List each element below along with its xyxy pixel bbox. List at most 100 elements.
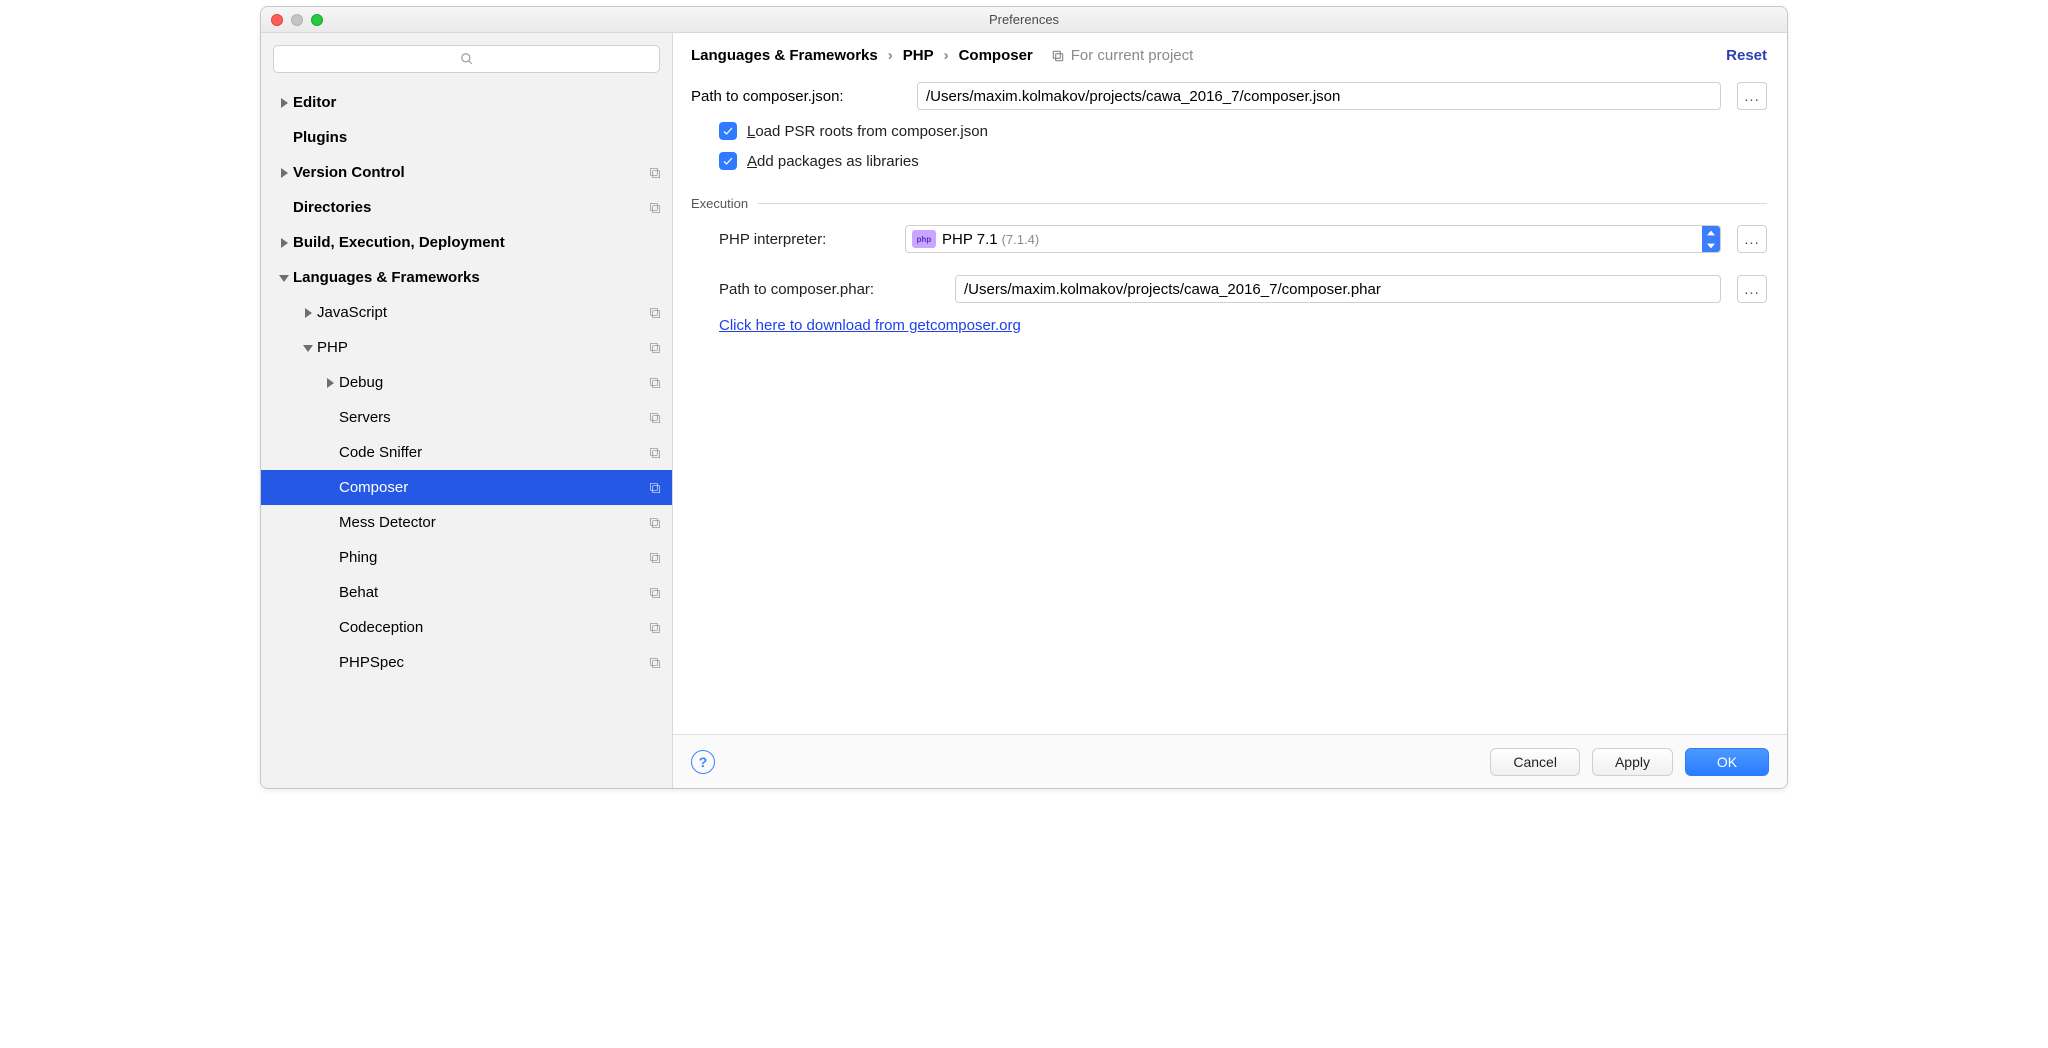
interpreter-settings-button[interactable]: ... — [1737, 225, 1767, 253]
interpreter-version: (7.1.4) — [1002, 232, 1040, 247]
chevron-down-icon[interactable] — [275, 273, 293, 283]
browse-button[interactable]: ... — [1737, 82, 1767, 110]
sidebar-item-label: Languages & Frameworks — [293, 269, 646, 286]
sidebar-item[interactable]: Editor — [261, 85, 672, 120]
sidebar-item-label: Behat — [339, 584, 646, 601]
cancel-button[interactable]: Cancel — [1490, 748, 1580, 776]
sidebar-item[interactable]: Directories — [261, 190, 672, 225]
sidebar-item-label: Servers — [339, 409, 646, 426]
copy-icon — [646, 446, 664, 460]
copy-icon — [646, 516, 664, 530]
sidebar-item[interactable]: Languages & Frameworks — [261, 260, 672, 295]
interpreter-value: PHP 7.1 — [942, 231, 998, 248]
sidebar-item-label: Editor — [293, 94, 646, 111]
copy-icon — [1051, 49, 1065, 63]
sidebar-item-label: PHP — [317, 339, 646, 356]
sidebar-item-label: PHPSpec — [339, 654, 646, 671]
preferences-window: Preferences Editor Plugins Version Control… — [260, 6, 1788, 789]
breadcrumb: Composer — [959, 47, 1033, 64]
settings-panel: Languages & Frameworks › PHP › Composer … — [673, 33, 1787, 788]
sidebar-item[interactable]: Codeception — [261, 610, 672, 645]
project-scope-label: For current project — [1051, 47, 1194, 64]
add-packages-checkbox-row[interactable]: Add packages as libraries — [719, 152, 1767, 170]
search-input[interactable] — [273, 45, 660, 73]
sidebar-item[interactable]: PHPSpec — [261, 645, 672, 680]
browse-button[interactable]: ... — [1737, 275, 1767, 303]
help-button[interactable]: ? — [691, 750, 715, 774]
composer-phar-label: Path to composer.phar: — [719, 281, 939, 298]
sidebar: Editor Plugins Version Control Directories B… — [261, 33, 673, 788]
composer-json-label: Path to composer.json: — [691, 88, 901, 105]
breadcrumb: Languages & Frameworks — [691, 47, 878, 64]
sidebar-item-label: Directories — [293, 199, 646, 216]
sidebar-item[interactable]: Version Control — [261, 155, 672, 190]
copy-icon — [646, 551, 664, 565]
copy-icon — [646, 306, 664, 320]
project-scope-text: For current project — [1071, 47, 1194, 64]
sidebar-item-label: JavaScript — [317, 304, 646, 321]
reset-link[interactable]: Reset — [1726, 47, 1767, 64]
zoom-icon[interactable] — [311, 14, 323, 26]
copy-icon — [646, 376, 664, 390]
sidebar-item-label: Mess Detector — [339, 514, 646, 531]
copy-icon — [646, 481, 664, 495]
search-icon — [460, 52, 474, 66]
checkbox-checked-icon[interactable] — [719, 122, 737, 140]
sidebar-item-label: Version Control — [293, 164, 646, 181]
select-stepper-icon[interactable] — [1702, 226, 1720, 252]
chevron-right-icon[interactable] — [275, 238, 293, 248]
execution-section-title: Execution — [691, 196, 1767, 211]
breadcrumb-sep: › — [888, 47, 893, 64]
load-psr-checkbox-row[interactable]: Load PSR roots from composer.json — [719, 122, 1767, 140]
ok-button[interactable]: OK — [1685, 748, 1769, 776]
chevron-right-icon[interactable] — [321, 378, 339, 388]
breadcrumb: PHP — [903, 47, 934, 64]
composer-phar-input[interactable] — [955, 275, 1721, 303]
interpreter-label: PHP interpreter: — [719, 231, 889, 248]
breadcrumb-sep: › — [944, 47, 949, 64]
dialog-footer: ? Cancel Apply OK — [673, 734, 1787, 788]
sidebar-item[interactable]: Behat — [261, 575, 672, 610]
settings-tree[interactable]: Editor Plugins Version Control Directories B… — [261, 83, 672, 788]
composer-json-input[interactable] — [917, 82, 1721, 110]
sidebar-item-label: Plugins — [293, 129, 646, 146]
chevron-right-icon[interactable] — [275, 98, 293, 108]
chevron-right-icon[interactable] — [299, 308, 317, 318]
copy-icon — [646, 201, 664, 215]
php-icon: php — [912, 230, 936, 248]
chevron-down-icon[interactable] — [299, 343, 317, 353]
sidebar-item[interactable]: Phing — [261, 540, 672, 575]
sidebar-item-label: Build, Execution, Deployment — [293, 234, 646, 251]
interpreter-select[interactable]: php PHP 7.1 (7.1.4) — [905, 225, 1721, 253]
sidebar-item[interactable]: Build, Execution, Deployment — [261, 225, 672, 260]
sidebar-item-label: Composer — [339, 479, 646, 496]
sidebar-item-label: Phing — [339, 549, 646, 566]
window-title: Preferences — [989, 12, 1059, 27]
sidebar-item-label: Codeception — [339, 619, 646, 636]
window-controls — [271, 14, 323, 26]
sidebar-item[interactable]: Composer — [261, 470, 672, 505]
close-icon[interactable] — [271, 14, 283, 26]
sidebar-item-label: Debug — [339, 374, 646, 391]
copy-icon — [646, 411, 664, 425]
titlebar: Preferences — [261, 7, 1787, 33]
sidebar-item[interactable]: JavaScript — [261, 295, 672, 330]
copy-icon — [646, 586, 664, 600]
chevron-right-icon[interactable] — [275, 168, 293, 178]
sidebar-item[interactable]: Mess Detector — [261, 505, 672, 540]
sidebar-item-label: Code Sniffer — [339, 444, 646, 461]
sidebar-item[interactable]: Debug — [261, 365, 672, 400]
apply-button[interactable]: Apply — [1592, 748, 1673, 776]
copy-icon — [646, 341, 664, 355]
sidebar-item[interactable]: PHP — [261, 330, 672, 365]
copy-icon — [646, 166, 664, 180]
panel-header: Languages & Frameworks › PHP › Composer … — [673, 33, 1787, 78]
download-composer-link[interactable]: Click here to download from getcomposer.… — [719, 317, 1021, 334]
sidebar-item[interactable]: Code Sniffer — [261, 435, 672, 470]
copy-icon — [646, 621, 664, 635]
add-packages-label: Add packages as libraries — [747, 153, 919, 170]
sidebar-item[interactable]: Servers — [261, 400, 672, 435]
checkbox-checked-icon[interactable] — [719, 152, 737, 170]
minimize-icon[interactable] — [291, 14, 303, 26]
sidebar-item[interactable]: Plugins — [261, 120, 672, 155]
